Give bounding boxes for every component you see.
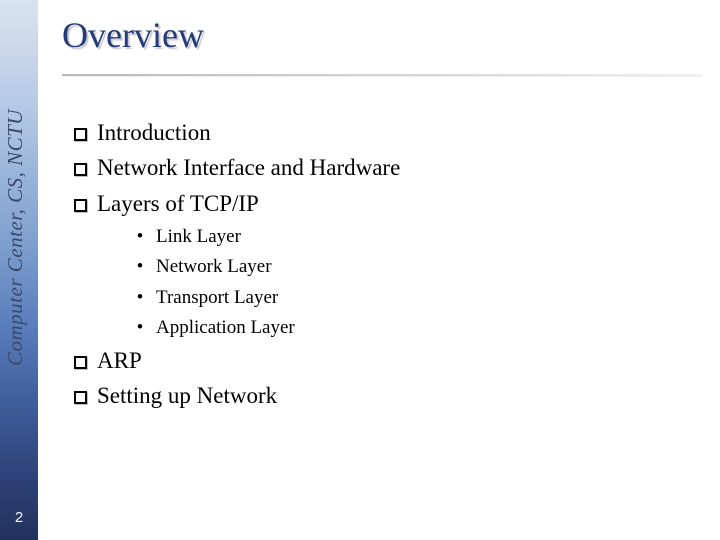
sub-list-item: • Network Layer: [130, 252, 702, 281]
list-item-label: Introduction: [97, 116, 211, 149]
title-underline: [62, 74, 702, 76]
square-bullet-icon: [74, 199, 87, 212]
sidebar-label: Computer Center, CS, NCTU: [3, 6, 33, 366]
slide-title: Overview: [62, 14, 702, 68]
square-bullet-icon: [74, 356, 87, 369]
list-item: Network Interface and Hardware: [74, 151, 702, 184]
list-item-label: Layers of TCP/IP: [97, 187, 259, 220]
list-item: Setting up Network: [74, 379, 702, 412]
page-number: 2: [0, 509, 38, 526]
list-item-label: Setting up Network: [97, 379, 277, 412]
slide: Computer Center, CS, NCTU 2 Overview Int…: [0, 0, 720, 540]
sub-list-item: • Transport Layer: [130, 283, 702, 312]
dot-bullet-icon: •: [130, 283, 150, 312]
sub-list-item-label: Link Layer: [156, 222, 241, 251]
bullet-list: Introduction Network Interface and Hardw…: [74, 116, 702, 412]
sub-list-item: • Link Layer: [130, 222, 702, 251]
square-bullet-icon: [74, 391, 87, 404]
sub-list: • Link Layer • Network Layer • Transport…: [130, 222, 702, 343]
list-item: Introduction: [74, 116, 702, 149]
dot-bullet-icon: •: [130, 313, 150, 342]
dot-bullet-icon: •: [130, 252, 150, 281]
dot-bullet-icon: •: [130, 222, 150, 251]
square-bullet-icon: [74, 128, 87, 141]
list-item: Layers of TCP/IP: [74, 187, 702, 220]
square-bullet-icon: [74, 163, 87, 176]
sub-list-item-label: Transport Layer: [156, 283, 278, 312]
list-item: ARP: [74, 344, 702, 377]
sub-list-item: • Application Layer: [130, 313, 702, 342]
sub-list-item-label: Application Layer: [156, 313, 295, 342]
list-item-label: ARP: [97, 344, 142, 377]
sub-list-item-label: Network Layer: [156, 252, 272, 281]
list-item-label: Network Interface and Hardware: [97, 151, 400, 184]
content-area: Overview Introduction Network Interface …: [62, 14, 702, 414]
